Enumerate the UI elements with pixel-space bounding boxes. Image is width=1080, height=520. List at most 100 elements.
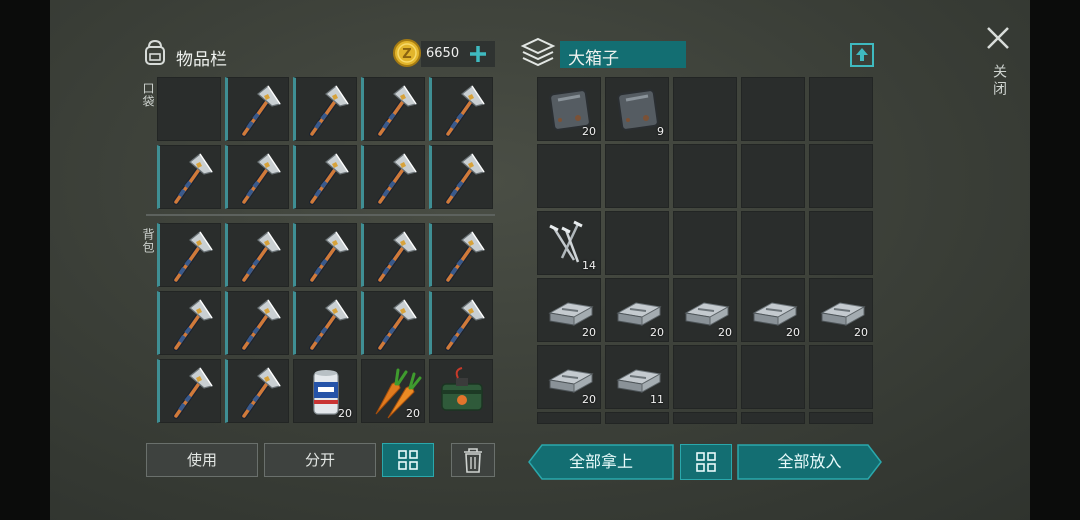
hatchet-slot[interactable]: [157, 145, 221, 209]
gold-coin-icon: Z: [392, 38, 422, 68]
hatchet-slot[interactable]: [157, 291, 221, 355]
empty-slot[interactable]: [741, 77, 805, 141]
put-all-button[interactable]: 全部放入: [737, 444, 882, 480]
hatchet-slot[interactable]: [157, 223, 221, 287]
iron-ingot-slot[interactable]: 20: [809, 278, 873, 342]
hatchet-slot[interactable]: [293, 223, 357, 287]
empty-slot[interactable]: [605, 412, 669, 424]
hatchet-slot[interactable]: [361, 145, 425, 209]
explosive-slot[interactable]: [429, 359, 493, 423]
put-all-label: 全部放入: [777, 452, 842, 471]
hatchet-slot[interactable]: [293, 291, 357, 355]
hatchet-slot[interactable]: [361, 223, 425, 287]
hatchet-slot[interactable]: [361, 291, 425, 355]
hatchet-icon: [445, 153, 485, 205]
hatchet-icon: [173, 299, 213, 351]
empty-slot[interactable]: [809, 412, 873, 424]
take-all-button[interactable]: 全部拿上: [528, 444, 674, 480]
empty-slot[interactable]: [673, 144, 737, 208]
hatchet-icon: [445, 299, 485, 351]
hatchet-slot[interactable]: [293, 77, 357, 141]
screen-edge-right: [1030, 0, 1080, 520]
item-count: 9: [657, 125, 664, 138]
empty-slot[interactable]: [809, 144, 873, 208]
close-icon: [987, 27, 1009, 49]
item-count: 20: [582, 326, 596, 339]
empty-slot[interactable]: [741, 144, 805, 208]
hatchet-icon: [241, 153, 281, 205]
hatchet-icon: [309, 153, 349, 205]
hatchet-slot[interactable]: [225, 77, 289, 141]
empty-slot[interactable]: [605, 144, 669, 208]
hatchet-icon: [377, 85, 417, 137]
iron-ingot-slot[interactable]: 20: [741, 278, 805, 342]
empty-slot[interactable]: [741, 412, 805, 424]
split-button[interactable]: 分开: [264, 443, 376, 477]
hatchet-slot[interactable]: [429, 291, 493, 355]
empty-slot[interactable]: [673, 211, 737, 275]
soda-can-slot[interactable]: 20: [293, 359, 357, 423]
hatchet-slot[interactable]: [429, 223, 493, 287]
inventory-sort-button[interactable]: [382, 443, 434, 477]
hatchet-slot[interactable]: [225, 223, 289, 287]
item-count: 20: [406, 407, 420, 420]
hatchet-icon: [445, 231, 485, 283]
close-button[interactable]: [984, 24, 1012, 52]
hatchet-icon: [241, 299, 281, 351]
hatchet-slot[interactable]: [429, 145, 493, 209]
iron-ingot-slot[interactable]: 20: [537, 345, 601, 409]
add-coins-button[interactable]: [466, 42, 490, 66]
empty-slot[interactable]: [673, 412, 737, 424]
empty-slot[interactable]: [673, 345, 737, 409]
iron-ingot-slot[interactable]: 11: [605, 345, 669, 409]
grid-icon: [696, 452, 716, 472]
hatchet-icon: [241, 85, 281, 137]
hatchet-slot[interactable]: [225, 291, 289, 355]
hatchet-slot[interactable]: [429, 77, 493, 141]
upgrade-button[interactable]: [848, 41, 876, 69]
hatchet-icon: [445, 85, 485, 137]
hatchet-icon: [377, 231, 417, 283]
iron-ingot-slot[interactable]: 20: [537, 278, 601, 342]
hatchet-icon: [241, 367, 281, 419]
svg-text:Z: Z: [402, 47, 411, 62]
empty-slot[interactable]: [605, 211, 669, 275]
empty-slot[interactable]: [537, 144, 601, 208]
hatchet-icon: [309, 299, 349, 351]
chest-sort-button[interactable]: [680, 444, 732, 480]
empty-slot[interactable]: [673, 77, 737, 141]
item-count: 20: [718, 326, 732, 339]
game-screen: 物品栏 Z 6650 口袋 背包 20 20 使用 分开 大箱子 20 9 14…: [0, 0, 1080, 520]
metal-plate-slot[interactable]: 9: [605, 77, 669, 141]
use-button[interactable]: 使用: [146, 443, 258, 477]
nails-slot[interactable]: 14: [537, 211, 601, 275]
empty-slot[interactable]: [157, 77, 221, 141]
item-count: 14: [582, 259, 596, 272]
hatchet-slot[interactable]: [225, 359, 289, 423]
empty-slot[interactable]: [741, 211, 805, 275]
hatchet-icon: [377, 153, 417, 205]
hatchet-slot[interactable]: [157, 359, 221, 423]
carrot-slot[interactable]: 20: [361, 359, 425, 423]
hatchet-slot[interactable]: [225, 145, 289, 209]
hatchet-icon: [377, 299, 417, 351]
iron-ingot-slot[interactable]: 20: [605, 278, 669, 342]
empty-slot[interactable]: [537, 412, 601, 424]
inventory-title: 物品栏: [176, 50, 227, 70]
hatchet-slot[interactable]: [293, 145, 357, 209]
grid-icon: [398, 450, 418, 470]
pocket-divider: [146, 214, 495, 216]
metal-plate-slot[interactable]: 20: [537, 77, 601, 141]
iron-ingot-slot[interactable]: 20: [673, 278, 737, 342]
empty-slot[interactable]: [809, 211, 873, 275]
empty-slot[interactable]: [809, 77, 873, 141]
hatchet-icon: [309, 231, 349, 283]
trash-button[interactable]: [451, 443, 495, 477]
empty-slot[interactable]: [809, 345, 873, 409]
coin-balance: 6650: [426, 46, 460, 61]
backpack-label: 背包: [141, 228, 155, 254]
empty-slot[interactable]: [741, 345, 805, 409]
item-count: 20: [650, 326, 664, 339]
hatchet-slot[interactable]: [361, 77, 425, 141]
trash-icon: [464, 448, 482, 473]
